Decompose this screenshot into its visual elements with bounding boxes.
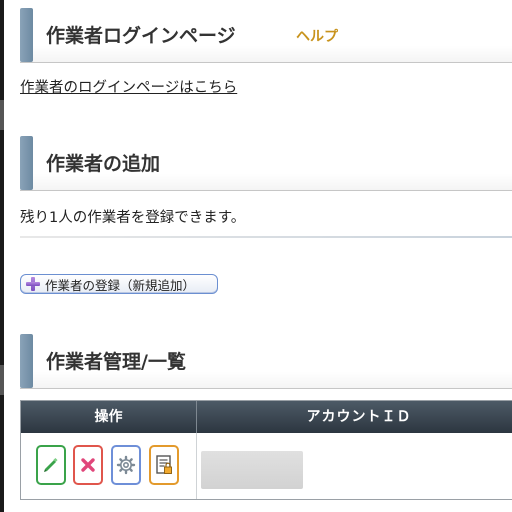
login-section-title: 作業者ログインページ bbox=[46, 25, 236, 47]
section-accent-bar bbox=[20, 136, 33, 190]
delete-icon bbox=[81, 458, 95, 472]
left-edge-marker bbox=[0, 100, 4, 130]
delete-button[interactable] bbox=[73, 445, 103, 485]
manage-section-title: 作業者管理/一覧 bbox=[46, 351, 186, 373]
document-icon bbox=[156, 455, 172, 474]
plus-icon bbox=[26, 277, 40, 291]
help-link[interactable]: ヘルプ bbox=[296, 8, 338, 62]
section-accent-bar bbox=[20, 8, 33, 62]
worker-login-link[interactable]: 作業者のログインページはこちら bbox=[20, 76, 237, 97]
account-id-value bbox=[201, 451, 303, 489]
add-worker-section-title: 作業者の追加 bbox=[46, 153, 161, 175]
section-accent-bar bbox=[20, 334, 33, 388]
left-edge-strip bbox=[0, 0, 4, 512]
add-worker-section-header: 作業者の追加 bbox=[20, 136, 512, 191]
register-worker-button[interactable]: 作業者の登録（新規追加） bbox=[20, 274, 218, 294]
edit-icon bbox=[44, 457, 58, 472]
edit-button[interactable] bbox=[36, 445, 66, 485]
column-header-actions: 操作 bbox=[21, 401, 197, 433]
remaining-workers-text: 残り1人の作業者を登録できます。 bbox=[20, 210, 246, 226]
manage-section-header: 作業者管理/一覧 bbox=[20, 334, 512, 389]
settings-icon bbox=[116, 455, 136, 475]
register-worker-label: 作業者の登録（新規追加） bbox=[45, 277, 196, 293]
actions-cell bbox=[21, 433, 197, 499]
left-edge-marker bbox=[0, 365, 4, 395]
section-divider bbox=[20, 236, 512, 238]
workers-table: 操作 アカウントＩＤ bbox=[20, 400, 512, 500]
login-section-header: 作業者ログインページ ヘルプ bbox=[20, 8, 512, 63]
table-header: 操作 アカウントＩＤ bbox=[21, 401, 512, 433]
column-header-account-id: アカウントＩＤ bbox=[306, 409, 412, 425]
table-row bbox=[21, 433, 512, 499]
document-button[interactable] bbox=[149, 445, 179, 485]
settings-button[interactable] bbox=[111, 445, 141, 485]
